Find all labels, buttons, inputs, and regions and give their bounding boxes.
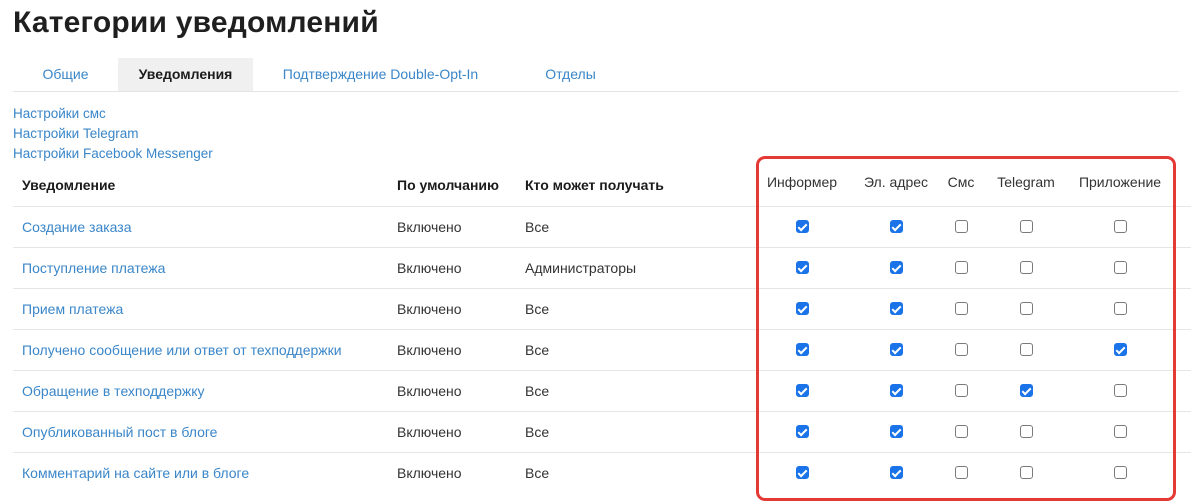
table-row: Прием платежа Включено Все [13,288,1191,330]
telegram-checkbox[interactable] [1019,220,1033,233]
notification-name-link[interactable]: Получено сообщение или ответ от техподде… [22,330,342,371]
informer-checkbox[interactable] [795,425,809,438]
telegram-checkbox[interactable] [1019,384,1033,397]
app-checkbox[interactable] [1113,384,1127,397]
informer-checkbox[interactable] [795,261,809,274]
header-notification: Уведомление [22,177,116,193]
informer-checkbox[interactable] [795,220,809,233]
email-checkbox[interactable] [889,302,903,315]
header-channel-sms: Смс [947,174,975,190]
recipients-text: Все [525,424,550,440]
table-row: Создание заказа Включено Все [13,206,1191,248]
informer-checkbox[interactable] [795,466,809,479]
telegram-checkbox[interactable] [1019,302,1033,315]
sms-checkbox[interactable] [954,220,968,233]
app-checkbox[interactable] [1113,220,1127,233]
notification-name-link[interactable]: Комментарий на сайте или в блоге [22,453,249,494]
recipients-text: Администраторы [525,260,637,276]
default-status: Включено [397,260,462,276]
default-status: Включено [397,383,462,399]
recipients-text: Все [525,301,550,317]
informer-checkbox[interactable] [795,302,809,315]
email-checkbox[interactable] [889,220,903,233]
header-default: По умолчанию [397,177,499,193]
table-row: Опубликованный пост в блоге Включено Все [13,411,1191,453]
default-status: Включено [397,301,462,317]
default-status: Включено [397,342,462,358]
notification-name-link[interactable]: Прием платежа [22,289,123,330]
notification-name-link[interactable]: Обращение в техподдержку [22,371,205,412]
notification-name-link[interactable]: Поступление платежа [22,248,165,289]
notification-name-link[interactable]: Создание заказа [22,207,132,248]
table-row: Обращение в техподдержку Включено Все [13,370,1191,412]
recipients-text: Все [525,383,550,399]
default-status: Включено [397,465,462,481]
email-checkbox[interactable] [889,425,903,438]
email-checkbox[interactable] [889,466,903,479]
app-checkbox[interactable] [1113,343,1127,356]
email-checkbox[interactable] [889,384,903,397]
header-channel-email: Эл. адрес [863,174,929,190]
table-row: Получено сообщение или ответ от техподде… [13,329,1191,371]
telegram-checkbox[interactable] [1019,343,1033,356]
notification-name-link[interactable]: Опубликованный пост в блоге [22,412,217,453]
sms-checkbox[interactable] [954,343,968,356]
recipients-text: Все [525,465,550,481]
header-channel-informer: Информер [766,174,838,190]
default-status: Включено [397,424,462,440]
sms-checkbox[interactable] [954,384,968,397]
telegram-checkbox[interactable] [1019,466,1033,479]
telegram-checkbox[interactable] [1019,425,1033,438]
sms-checkbox[interactable] [954,466,968,479]
app-checkbox[interactable] [1113,302,1127,315]
sms-checkbox[interactable] [954,302,968,315]
table-row: Поступление платежа Включено Администратор… [13,247,1191,289]
table-row: Комментарий на сайте или в блоге Включено… [13,452,1191,494]
email-checkbox[interactable] [889,343,903,356]
sms-checkbox[interactable] [954,261,968,274]
app-checkbox[interactable] [1113,261,1127,274]
header-channel-app: Приложение [1078,174,1162,190]
recipients-text: Все [525,342,550,358]
notifications-table: Уведомление По умолчанию Кто может получ… [0,0,1191,487]
email-checkbox[interactable] [889,261,903,274]
header-channel-telegram: Telegram [997,174,1055,190]
informer-checkbox[interactable] [795,384,809,397]
header-recipients: Кто может получать [525,177,664,193]
informer-checkbox[interactable] [795,343,809,356]
sms-checkbox[interactable] [954,425,968,438]
app-checkbox[interactable] [1113,466,1127,479]
recipients-text: Все [525,219,550,235]
default-status: Включено [397,219,462,235]
app-checkbox[interactable] [1113,425,1127,438]
telegram-checkbox[interactable] [1019,261,1033,274]
